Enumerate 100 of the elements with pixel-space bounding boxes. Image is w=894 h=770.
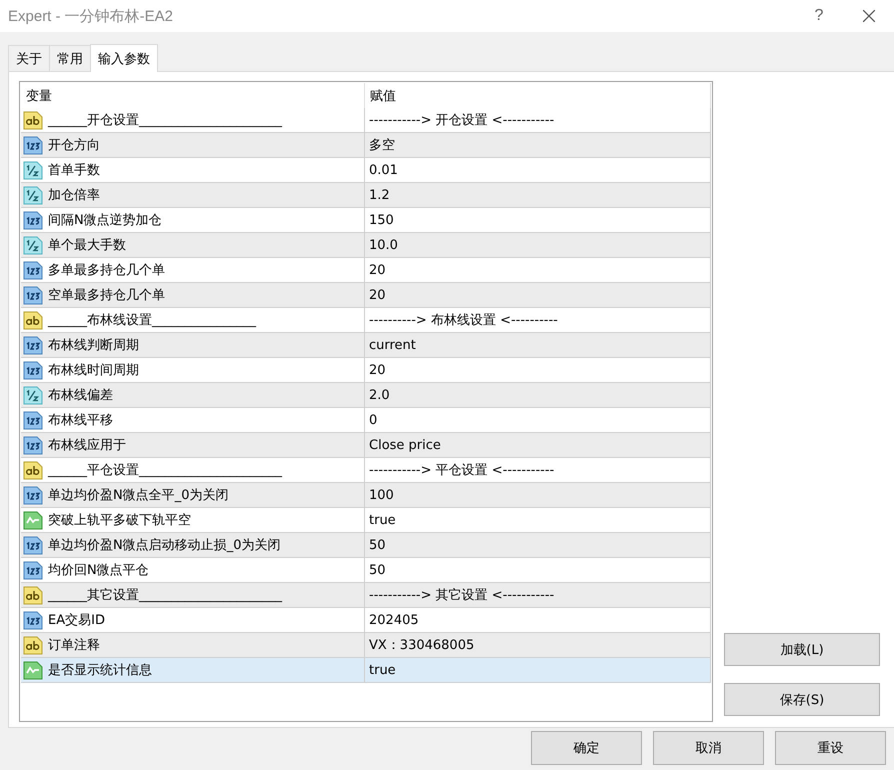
side-button[interactable]: 加载(L) [724, 633, 880, 666]
parameter-name: 订单注释 [48, 637, 100, 654]
table-cell[interactable]: 间隔N微点逆势加仓 [21, 208, 365, 233]
table-cell[interactable]: ______平仓设置______________________ [21, 458, 365, 483]
table-cell[interactable]: 布林线平移 [21, 408, 365, 433]
parameter-name: 多单最多持仓几个单 [48, 262, 165, 279]
parameter-name: 开仓方向 [48, 137, 100, 154]
table-cell[interactable]: 布林线时间周期 [21, 358, 365, 383]
table-cell[interactable]: 50 [365, 533, 711, 558]
table-cell[interactable]: 开仓方向 [21, 133, 365, 158]
parameter-name: ______开仓设置______________________ [48, 112, 282, 129]
table-cell[interactable]: 0.01 [365, 158, 711, 183]
text-type-icon [23, 635, 43, 655]
table-cell[interactable]: 突破上轨平多破下轨平空 [21, 508, 365, 533]
parameter-name: 布林线判断周期 [48, 337, 139, 354]
text-type-icon [23, 585, 43, 605]
close-icon [863, 10, 875, 22]
dialog-button[interactable]: 重设 [775, 731, 886, 765]
parameter-name: ______平仓设置______________________ [48, 462, 282, 479]
integer-type-icon [23, 485, 43, 505]
parameter-name: ______布林线设置________________ [48, 312, 256, 329]
table-cell[interactable]: 20 [365, 358, 711, 383]
table-cell[interactable]: ----------> 布林线设置 <---------- [365, 308, 711, 333]
fraction-type-icon [23, 185, 43, 205]
table-cell[interactable]: current [365, 333, 711, 358]
side-button[interactable]: 保存(S) [724, 683, 880, 716]
parameter-name: 单边均价盈N微点启动移动止损_0为关闭 [48, 537, 280, 554]
table-cell[interactable]: 布林线应用于 [21, 433, 365, 458]
table-cell[interactable]: true [365, 508, 711, 533]
parameter-name: 布林线平移 [48, 412, 113, 429]
integer-type-icon [23, 560, 43, 580]
table-cell[interactable]: 100 [365, 483, 711, 508]
table-cell[interactable]: Close price [365, 433, 711, 458]
table-cell[interactable]: 布林线偏差 [21, 383, 365, 408]
table-cell[interactable]: 单个最大手数 [21, 233, 365, 258]
parameter-name: 均价回N微点平仓 [48, 562, 149, 579]
table-cell[interactable]: 空单最多持仓几个单 [21, 283, 365, 308]
line-chart-icon [23, 660, 43, 680]
table-cell[interactable]: 多空 [365, 133, 711, 158]
integer-type-icon [23, 260, 43, 280]
table-cell[interactable]: 是否显示统计信息 [21, 658, 365, 683]
table-cell[interactable]: 20 [365, 258, 711, 283]
text-type-icon [23, 310, 43, 330]
table-cell[interactable]: 20 [365, 283, 711, 308]
parameter-name: 布林线应用于 [48, 437, 126, 454]
table-cell[interactable]: 首单手数 [21, 158, 365, 183]
integer-type-icon [23, 410, 43, 430]
integer-type-icon [23, 135, 43, 155]
table-cell[interactable]: 单边均价盈N微点启动移动止损_0为关闭 [21, 533, 365, 558]
table-cell[interactable]: 2.0 [365, 383, 711, 408]
parameter-name: 空单最多持仓几个单 [48, 287, 165, 304]
text-type-icon [23, 460, 43, 480]
fraction-type-icon [23, 160, 43, 180]
table-cell[interactable]: 202405 [365, 608, 711, 633]
help-button[interactable]: ? [794, 0, 844, 32]
table-cell[interactable]: EA交易ID [21, 608, 365, 633]
parameter-name: 布林线时间周期 [48, 362, 139, 379]
table-cell[interactable]: ______开仓设置______________________ [21, 108, 365, 133]
line-chart-icon [23, 510, 43, 530]
parameter-name: 是否显示统计信息 [48, 662, 152, 679]
integer-type-icon [23, 610, 43, 630]
table-cell[interactable]: 订单注释 [21, 633, 365, 658]
integer-type-icon [23, 335, 43, 355]
fraction-type-icon [23, 385, 43, 405]
table-cell[interactable]: 单边均价盈N微点全平_0为关闭 [21, 483, 365, 508]
parameter-name: EA交易ID [48, 612, 105, 629]
parameter-name: 单边均价盈N微点全平_0为关闭 [48, 487, 228, 504]
table-cell[interactable]: 1.2 [365, 183, 711, 208]
tab[interactable]: 关于 [8, 45, 50, 72]
table-cell[interactable]: ______布林线设置________________ [21, 308, 365, 333]
table-cell[interactable]: true [365, 658, 711, 683]
text-type-icon [23, 110, 43, 130]
table-cell[interactable]: 10.0 [365, 233, 711, 258]
table-cell[interactable]: 布林线判断周期 [21, 333, 365, 358]
integer-type-icon [23, 285, 43, 305]
tab[interactable]: 输入参数 [90, 44, 158, 72]
parameter-name: ______其它设置______________________ [48, 587, 282, 604]
table-cell[interactable]: ______其它设置______________________ [21, 583, 365, 608]
table-cell[interactable]: 0 [365, 408, 711, 433]
parameter-name: 首单手数 [48, 162, 100, 179]
table-cell[interactable]: 50 [365, 558, 711, 583]
dialog-button[interactable]: 确定 [531, 731, 642, 765]
integer-type-icon [23, 435, 43, 455]
table-cell[interactable]: 加仓倍率 [21, 183, 365, 208]
parameter-name: 加仓倍率 [48, 187, 100, 204]
dialog-button[interactable]: 取消 [653, 731, 764, 765]
table-cell[interactable]: VX：330468005 [365, 633, 711, 658]
table-cell[interactable]: 多单最多持仓几个单 [21, 258, 365, 283]
integer-type-icon [23, 535, 43, 555]
parameter-name: 突破上轨平多破下轨平空 [48, 512, 191, 529]
table-cell[interactable]: -----------> 平仓设置 <----------- [365, 458, 711, 483]
table-cell[interactable]: -----------> 其它设置 <----------- [365, 583, 711, 608]
parameter-name: 间隔N微点逆势加仓 [48, 212, 162, 229]
table-cell[interactable]: 均价回N微点平仓 [21, 558, 365, 583]
parameter-name: 布林线偏差 [48, 387, 113, 404]
table-cell[interactable]: 150 [365, 208, 711, 233]
integer-type-icon [23, 360, 43, 380]
table-cell[interactable]: -----------> 开仓设置 <----------- [365, 108, 711, 133]
integer-type-icon [23, 210, 43, 230]
parameter-name: 单个最大手数 [48, 237, 126, 254]
